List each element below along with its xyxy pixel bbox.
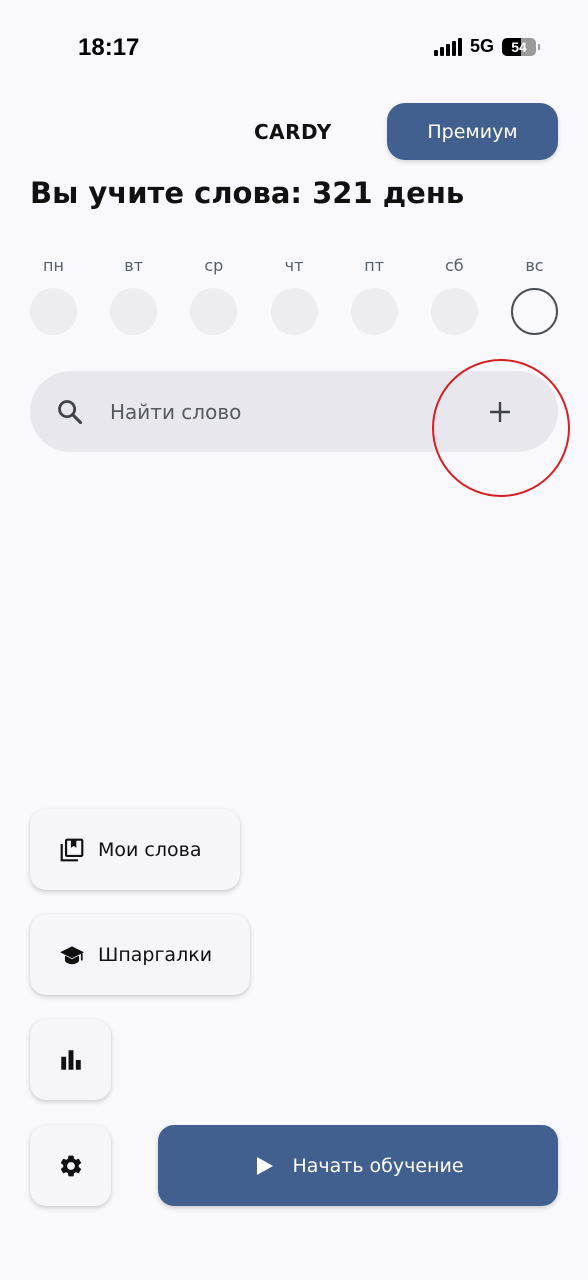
search-input[interactable] (110, 393, 410, 431)
weekday-marker (30, 288, 77, 335)
weekday-3: чт (270, 255, 318, 335)
weekday-label: чт (284, 256, 304, 275)
weekday-marker (110, 288, 158, 335)
weekday-label: вт (124, 256, 144, 275)
weekday-marker (270, 288, 318, 335)
cheat-sheets-button[interactable]: Шпаргалки (30, 914, 250, 995)
weekday-label: сб (444, 256, 464, 275)
weekday-5: сб (430, 255, 478, 335)
weekday-1: вт (110, 255, 158, 335)
graduation-cap-icon (60, 945, 84, 964)
start-learning-label: Начать обучение (292, 1154, 464, 1177)
bookmark-stack-icon (60, 838, 84, 861)
plus-icon[interactable] (482, 394, 518, 430)
network-type: 5G (469, 36, 494, 56)
status-indicators: 5G 54 (433, 36, 540, 57)
battery-icon: 54 (502, 37, 540, 56)
weekday-today-marker (511, 288, 558, 335)
weekday-4: пт (350, 255, 398, 335)
search-bar[interactable] (30, 371, 558, 452)
weekday-marker (430, 288, 478, 335)
app-title: CARDY (254, 120, 332, 144)
search-icon (58, 400, 83, 425)
my-words-button[interactable]: Мои слова (30, 809, 240, 890)
start-learning-button[interactable]: Начать обучение (158, 1125, 558, 1206)
weekday-6: вс (511, 255, 558, 335)
battery-level: 54 (511, 38, 527, 55)
bar-chart-icon (60, 1049, 81, 1070)
weekday-2: ср (190, 255, 238, 335)
my-words-label: Мои слова (98, 838, 202, 861)
weekday-label: ср (204, 256, 224, 275)
settings-button[interactable] (30, 1125, 111, 1206)
week-tracker: пн вт ср чт пт сб вс (30, 255, 558, 335)
weekday-label: пт (364, 256, 385, 275)
weekday-marker (350, 288, 398, 335)
streak-title: Вы учите слова: 321 день (30, 176, 465, 210)
weekday-marker (190, 288, 238, 335)
signal-icon (433, 37, 462, 56)
screen: 18:17 5G 54 CARDY Премиум Вы учите слова… (0, 0, 588, 1280)
weekday-label: пн (43, 256, 64, 275)
weekday-label: вс (525, 256, 544, 275)
weekday-0: пн (30, 255, 77, 335)
play-icon (257, 1156, 274, 1175)
status-time: 18:17 (78, 34, 140, 61)
premium-button[interactable]: Премиум (387, 103, 558, 160)
cheat-sheets-label: Шпаргалки (98, 943, 213, 966)
statistics-button[interactable] (30, 1019, 111, 1100)
gear-icon (60, 1155, 81, 1176)
